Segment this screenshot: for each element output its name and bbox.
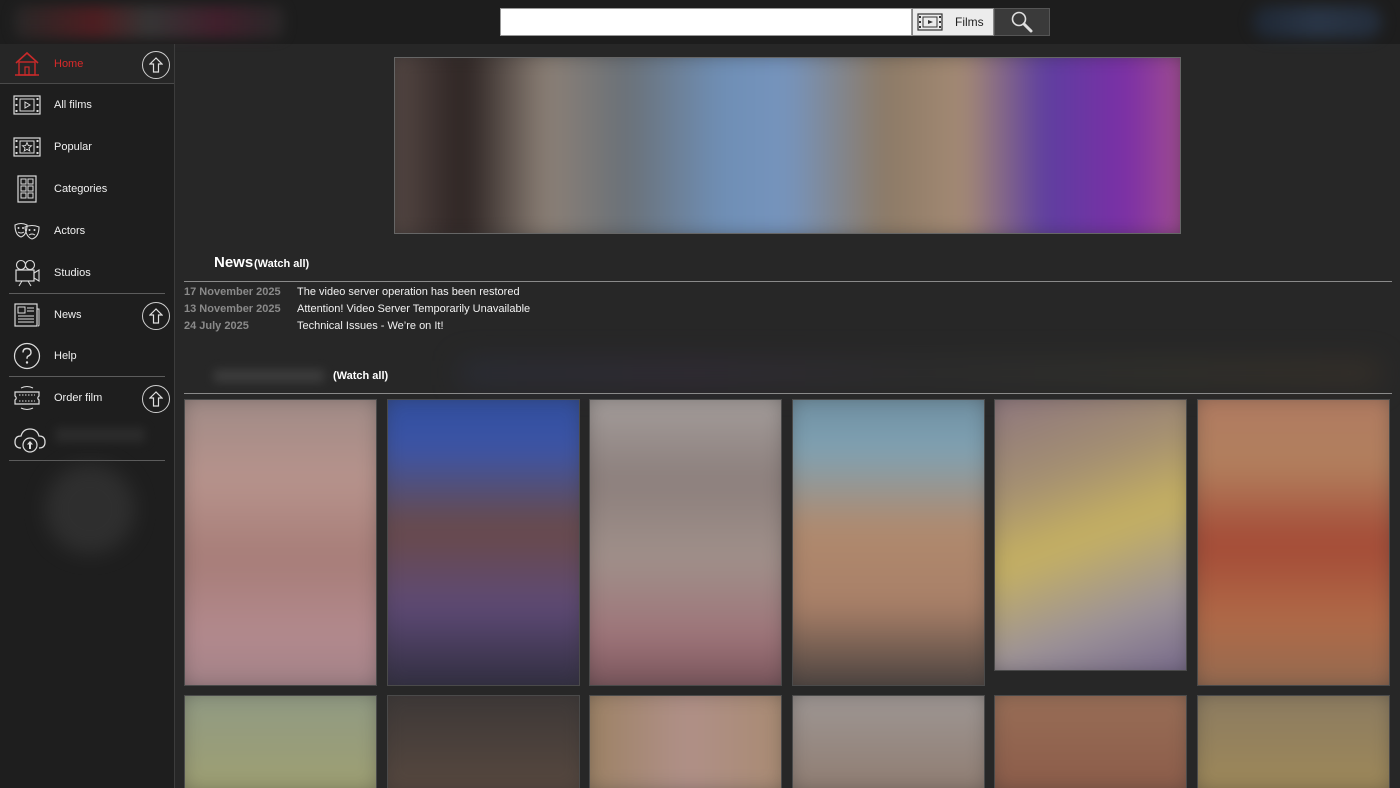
sidebar-item-label: News xyxy=(54,309,82,321)
film-card[interactable] xyxy=(184,399,377,686)
film-poster xyxy=(185,400,376,685)
sidebar-item-label: Order film xyxy=(54,392,103,404)
ticket-icon xyxy=(14,386,40,410)
sidebar-item-home[interactable]: Home xyxy=(0,44,174,84)
sidebar-item-help[interactable]: Help xyxy=(0,335,174,377)
film-card[interactable] xyxy=(792,695,985,788)
sidebar-item-label: Home xyxy=(54,58,84,70)
film-poster xyxy=(1198,400,1389,685)
sidebar-item-order-film[interactable]: Order film xyxy=(0,377,174,419)
search-bar: Films xyxy=(500,8,1050,36)
newspaper-icon xyxy=(14,303,40,327)
film-poster xyxy=(590,696,781,788)
sidebar-item-all-films[interactable]: All films xyxy=(0,84,174,126)
film-card[interactable] xyxy=(387,695,580,788)
sidebar-item-news[interactable]: News xyxy=(0,294,174,336)
theater-masks-icon xyxy=(14,222,40,240)
sidebar-item-studios[interactable]: Studios xyxy=(0,252,174,294)
divider xyxy=(184,281,1392,282)
help-icon xyxy=(13,342,41,370)
films-watch-all-link[interactable]: (Watch all) xyxy=(333,370,388,382)
film-poster xyxy=(793,696,984,788)
camera-icon xyxy=(15,259,40,287)
collapse-news-button[interactable] xyxy=(142,302,170,330)
film-poster xyxy=(185,696,376,788)
film-card[interactable] xyxy=(1197,399,1390,686)
sidebar-item-categories[interactable]: Categories xyxy=(0,168,174,210)
films-section-title xyxy=(214,370,324,382)
film-poster xyxy=(590,400,781,685)
divider xyxy=(9,460,165,461)
film-card[interactable] xyxy=(994,399,1187,671)
film-poster xyxy=(995,696,1186,788)
film-poster xyxy=(793,400,984,685)
sidebar-item-popular[interactable]: Popular xyxy=(0,126,174,168)
sidebar-item-label: Actors xyxy=(54,225,86,237)
collapse-order-button[interactable] xyxy=(142,385,170,413)
promo-banner[interactable] xyxy=(394,57,1181,234)
categories-icon xyxy=(17,175,37,203)
sidebar-item-label: Help xyxy=(54,350,77,362)
search-input[interactable] xyxy=(500,8,912,36)
search-type-selector[interactable]: Films xyxy=(912,8,994,36)
film-card[interactable] xyxy=(792,399,985,686)
film-card[interactable] xyxy=(589,695,782,788)
film-card[interactable] xyxy=(184,695,377,788)
sidebar: Home All films Popular Categories Actors… xyxy=(0,44,175,788)
arrow-up-icon xyxy=(149,57,163,73)
divider xyxy=(184,393,1392,394)
news-date: 24 July 2025 xyxy=(184,320,249,332)
banner-image xyxy=(395,58,1180,233)
section-header-background xyxy=(460,360,1380,386)
search-type-label: Films xyxy=(955,15,984,29)
film-poster xyxy=(995,400,1186,670)
news-date: 17 November 2025 xyxy=(184,286,281,298)
cloud-upload-icon xyxy=(14,428,46,453)
arrow-up-icon xyxy=(149,308,163,324)
film-poster xyxy=(388,696,579,788)
film-card[interactable] xyxy=(387,399,580,686)
sidebar-item-label: Popular xyxy=(54,141,92,153)
news-link[interactable]: The video server operation has been rest… xyxy=(297,286,520,298)
upload-label xyxy=(55,428,145,442)
home-icon xyxy=(15,51,39,76)
film-card[interactable] xyxy=(994,695,1187,788)
news-link[interactable]: Technical Issues - We’re on It! xyxy=(297,320,444,332)
collapse-home-button[interactable] xyxy=(142,51,170,79)
search-button[interactable] xyxy=(994,8,1050,36)
sidebar-item-label: Studios xyxy=(54,267,91,279)
film-poster xyxy=(1198,696,1389,788)
top-bar: Films xyxy=(0,0,1400,44)
site-logo[interactable] xyxy=(14,6,284,38)
sidebar-banner xyxy=(45,464,135,554)
sidebar-item-label: Categories xyxy=(54,183,108,195)
film-icon xyxy=(917,13,943,31)
film-icon xyxy=(13,95,41,115)
film-card[interactable] xyxy=(1197,695,1390,788)
news-link[interactable]: Attention! Video Server Temporarily Unav… xyxy=(297,303,530,315)
star-film-icon xyxy=(13,137,41,157)
sidebar-item-actors[interactable]: Actors xyxy=(0,210,174,252)
user-menu[interactable] xyxy=(1252,6,1382,38)
film-poster xyxy=(388,400,579,685)
sidebar-item-label: All films xyxy=(54,99,92,111)
film-card[interactable] xyxy=(589,399,782,686)
news-section-title: News xyxy=(214,254,254,271)
search-icon xyxy=(1011,11,1033,33)
arrow-up-icon xyxy=(149,391,163,407)
news-date: 13 November 2025 xyxy=(184,303,281,315)
news-watch-all-link[interactable]: (Watch all) xyxy=(254,258,309,270)
